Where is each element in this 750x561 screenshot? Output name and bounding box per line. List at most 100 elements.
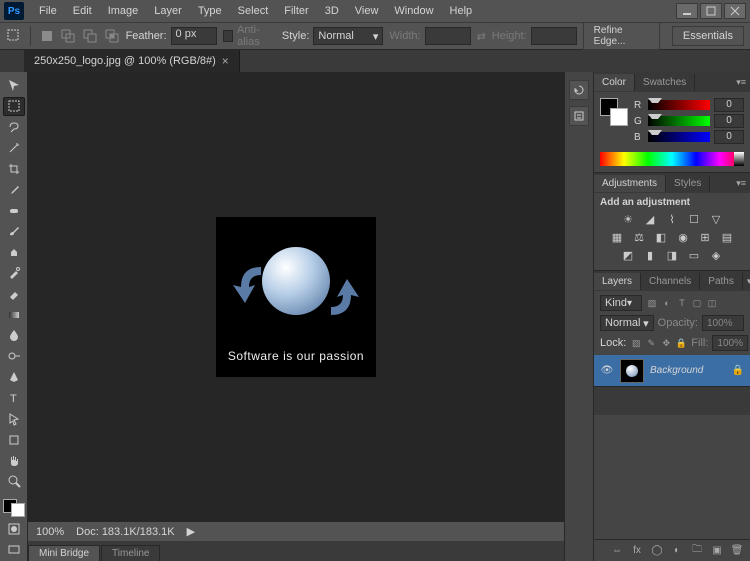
menu-type[interactable]: Type (191, 2, 229, 20)
blur-tool[interactable] (3, 326, 25, 345)
layer-thumbnail[interactable] (620, 359, 644, 383)
type-tool[interactable]: T (3, 388, 25, 407)
close-tab-icon[interactable]: × (222, 54, 229, 68)
eraser-tool[interactable] (3, 284, 25, 303)
menu-filter[interactable]: Filter (277, 2, 315, 20)
lock-transparency-icon[interactable]: ▨ (630, 337, 642, 349)
menu-help[interactable]: Help (443, 2, 480, 20)
marquee-tool[interactable] (3, 97, 25, 116)
style-select[interactable]: Normal▾ (313, 27, 383, 45)
zoom-tool[interactable] (3, 472, 25, 491)
layer-filter-kind[interactable]: Kind ▾ (600, 295, 642, 311)
refine-edge-button[interactable]: Refine Edge... (583, 22, 660, 50)
shape-tool[interactable] (3, 430, 25, 449)
tab-channels[interactable]: Channels (641, 273, 700, 290)
canvas-area[interactable]: Software is our passion 100% Doc: 183.1K… (28, 72, 564, 561)
tool-preset-icon[interactable] (6, 27, 22, 45)
filter-type-icon[interactable]: T (676, 297, 688, 309)
fill-input[interactable]: 100% (712, 335, 748, 351)
panel-menu-icon[interactable]: ▾≡ (732, 178, 750, 189)
eyedropper-tool[interactable] (3, 180, 25, 199)
zoom-level[interactable]: 100% (36, 526, 64, 538)
dodge-tool[interactable] (3, 347, 25, 366)
b-slider[interactable] (648, 132, 710, 142)
status-arrow-icon[interactable]: ▶ (187, 525, 195, 538)
crop-tool[interactable] (3, 160, 25, 179)
hand-tool[interactable] (3, 451, 25, 470)
group-icon[interactable]: 🗀 (690, 544, 704, 558)
threshold-icon[interactable]: ◨ (664, 248, 680, 262)
brush-tool[interactable] (3, 222, 25, 241)
filter-smart-icon[interactable]: ◫ (706, 297, 718, 309)
brightness-contrast-icon[interactable]: ☀ (620, 212, 636, 226)
tab-timeline[interactable]: Timeline (101, 545, 160, 561)
move-tool[interactable] (3, 76, 25, 95)
hue-sat-icon[interactable]: ▦ (609, 230, 625, 244)
subtract-selection-icon[interactable] (82, 27, 98, 45)
invert-icon[interactable]: ◩ (620, 248, 636, 262)
r-value[interactable]: 0 (714, 98, 744, 112)
filter-shape-icon[interactable]: ▢ (691, 297, 703, 309)
delete-layer-icon[interactable]: 🗑 (730, 544, 744, 558)
clone-stamp-tool[interactable] (3, 243, 25, 262)
tab-mini-bridge[interactable]: Mini Bridge (28, 545, 100, 561)
channel-mixer-icon[interactable]: ⊞ (697, 230, 713, 244)
menu-3d[interactable]: 3D (318, 2, 346, 20)
menu-file[interactable]: File (32, 2, 64, 20)
visibility-toggle-icon[interactable]: 👁 (600, 365, 614, 376)
layer-fx-icon[interactable]: fx (630, 544, 644, 558)
magic-wand-tool[interactable] (3, 139, 25, 158)
g-value[interactable]: 0 (714, 114, 744, 128)
posterize-icon[interactable]: ▮ (642, 248, 658, 262)
feather-input[interactable]: 0 px (171, 27, 217, 45)
intersect-selection-icon[interactable] (104, 27, 120, 45)
properties-panel-icon[interactable] (569, 106, 589, 126)
curves-icon[interactable]: ⌇ (664, 212, 680, 226)
gradient-tool[interactable] (3, 305, 25, 324)
maximize-button[interactable] (700, 3, 722, 19)
filter-pixel-icon[interactable]: ▧ (646, 297, 658, 309)
panel-menu-icon[interactable]: ▾≡ (743, 276, 750, 287)
minimize-button[interactable] (676, 3, 698, 19)
tab-styles[interactable]: Styles (666, 175, 710, 192)
r-slider[interactable] (648, 100, 710, 110)
lock-position-icon[interactable]: ✥ (660, 337, 672, 349)
tab-layers[interactable]: Layers (594, 273, 641, 290)
path-selection-tool[interactable] (3, 409, 25, 428)
spectrum-picker[interactable] (600, 152, 744, 166)
g-slider[interactable] (648, 116, 710, 126)
b-value[interactable]: 0 (714, 130, 744, 144)
black-white-icon[interactable]: ◧ (653, 230, 669, 244)
tab-color[interactable]: Color (594, 74, 635, 91)
add-selection-icon[interactable] (61, 27, 77, 45)
tab-paths[interactable]: Paths (700, 273, 743, 290)
foreground-background-swatch[interactable] (600, 98, 628, 126)
new-layer-icon[interactable]: ▣ (710, 544, 724, 558)
menu-select[interactable]: Select (231, 2, 276, 20)
document-tab[interactable]: 250x250_logo.jpg @ 100% (RGB/8#) × (24, 50, 240, 72)
menu-image[interactable]: Image (101, 2, 146, 20)
menu-view[interactable]: View (348, 2, 386, 20)
vibrance-icon[interactable]: ▽ (708, 212, 724, 226)
menu-layer[interactable]: Layer (147, 2, 189, 20)
history-panel-icon[interactable] (569, 80, 589, 100)
color-swatches[interactable] (3, 499, 25, 518)
layer-mask-icon[interactable]: ◯ (650, 544, 664, 558)
photo-filter-icon[interactable]: ◉ (675, 230, 691, 244)
panel-menu-icon[interactable]: ▾≡ (732, 77, 750, 88)
link-layers-icon[interactable]: ⇔ (610, 544, 624, 558)
layer-name[interactable]: Background (650, 365, 726, 376)
levels-icon[interactable]: ◢ (642, 212, 658, 226)
new-selection-icon[interactable] (39, 27, 55, 45)
close-button[interactable] (724, 3, 746, 19)
menu-edit[interactable]: Edit (66, 2, 99, 20)
history-brush-tool[interactable] (3, 264, 25, 283)
gradient-map-icon[interactable]: ▭ (686, 248, 702, 262)
tab-swatches[interactable]: Swatches (635, 74, 695, 91)
pen-tool[interactable] (3, 368, 25, 387)
selective-color-icon[interactable]: ◈ (708, 248, 724, 262)
menu-window[interactable]: Window (387, 2, 440, 20)
screen-mode-icon[interactable] (3, 540, 25, 559)
opacity-input[interactable]: 100% (702, 315, 744, 331)
color-lookup-icon[interactable]: ▤ (719, 230, 735, 244)
